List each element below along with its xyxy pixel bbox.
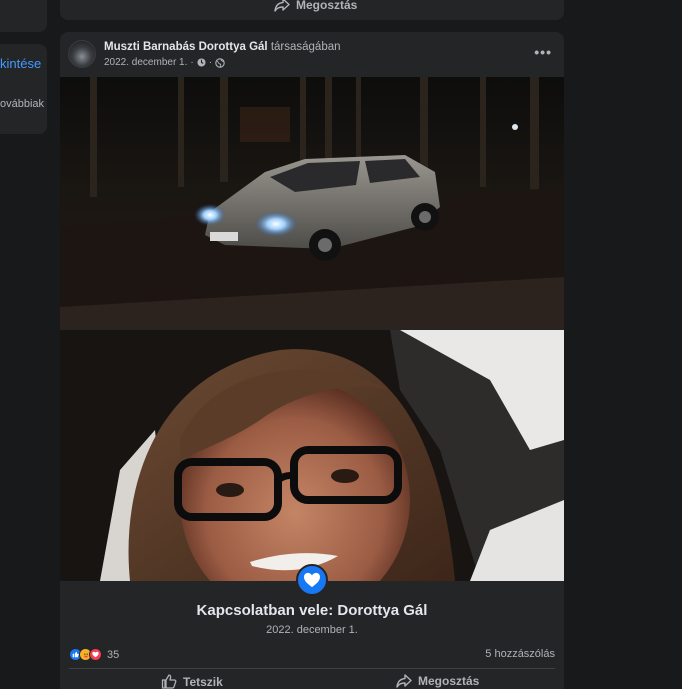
like-label: Tetszik: [183, 674, 223, 689]
life-event-title: Kapcsolatban vele: Dorottya Gál: [196, 602, 428, 619]
left-sidebar-link[interactable]: kintése: [0, 56, 41, 71]
previous-post-share-button[interactable]: Megosztás: [274, 0, 357, 12]
author-name[interactable]: Muszti Barnabás: [104, 41, 195, 53]
left-card-top: [0, 0, 47, 32]
life-event-heart-badge: [296, 564, 328, 596]
share-icon: [274, 0, 290, 12]
post-card: Muszti Barnabás Dorottya Gál társaságába…: [60, 32, 564, 689]
with-text: társaságában: [270, 41, 341, 53]
tagged-person-name[interactable]: Dorottya Gál: [199, 41, 268, 53]
share-button[interactable]: Megosztás: [396, 674, 479, 688]
left-sidebar-more[interactable]: ovábbiak: [0, 98, 44, 110]
post-author-line: Muszti Barnabás Dorottya Gál társaságába…: [104, 41, 341, 53]
reaction-count: 35: [107, 648, 120, 661]
life-event-small-icon: [197, 58, 206, 67]
portrait-photo-image: [60, 330, 564, 581]
share-label: Megosztás: [296, 0, 358, 12]
post-header: Muszti Barnabás Dorottya Gál társaságába…: [60, 32, 564, 76]
reactions-summary[interactable]: 35: [69, 648, 119, 661]
more-options-button[interactable]: •••: [534, 44, 552, 60]
post-photo-car[interactable]: [60, 77, 564, 328]
actions-divider: [69, 668, 555, 669]
thumbs-up-icon: [161, 674, 177, 689]
share-label: Megosztás: [418, 674, 480, 688]
comments-count[interactable]: 5 hozzászólás: [485, 648, 555, 660]
avatar[interactable]: [68, 40, 96, 68]
like-button[interactable]: Tetszik: [161, 674, 223, 689]
share-icon: [396, 674, 412, 688]
heart-icon: [304, 572, 320, 588]
post-meta: 2022. december 1. · ·: [104, 57, 225, 68]
post-date[interactable]: 2022. december 1.: [104, 57, 187, 68]
car-photo-image: [60, 77, 564, 328]
globe-icon[interactable]: [215, 57, 225, 68]
life-event-date: 2022. december 1.: [266, 624, 358, 636]
post-photo-portrait[interactable]: [60, 330, 564, 581]
love-reaction-icon: [89, 648, 102, 661]
